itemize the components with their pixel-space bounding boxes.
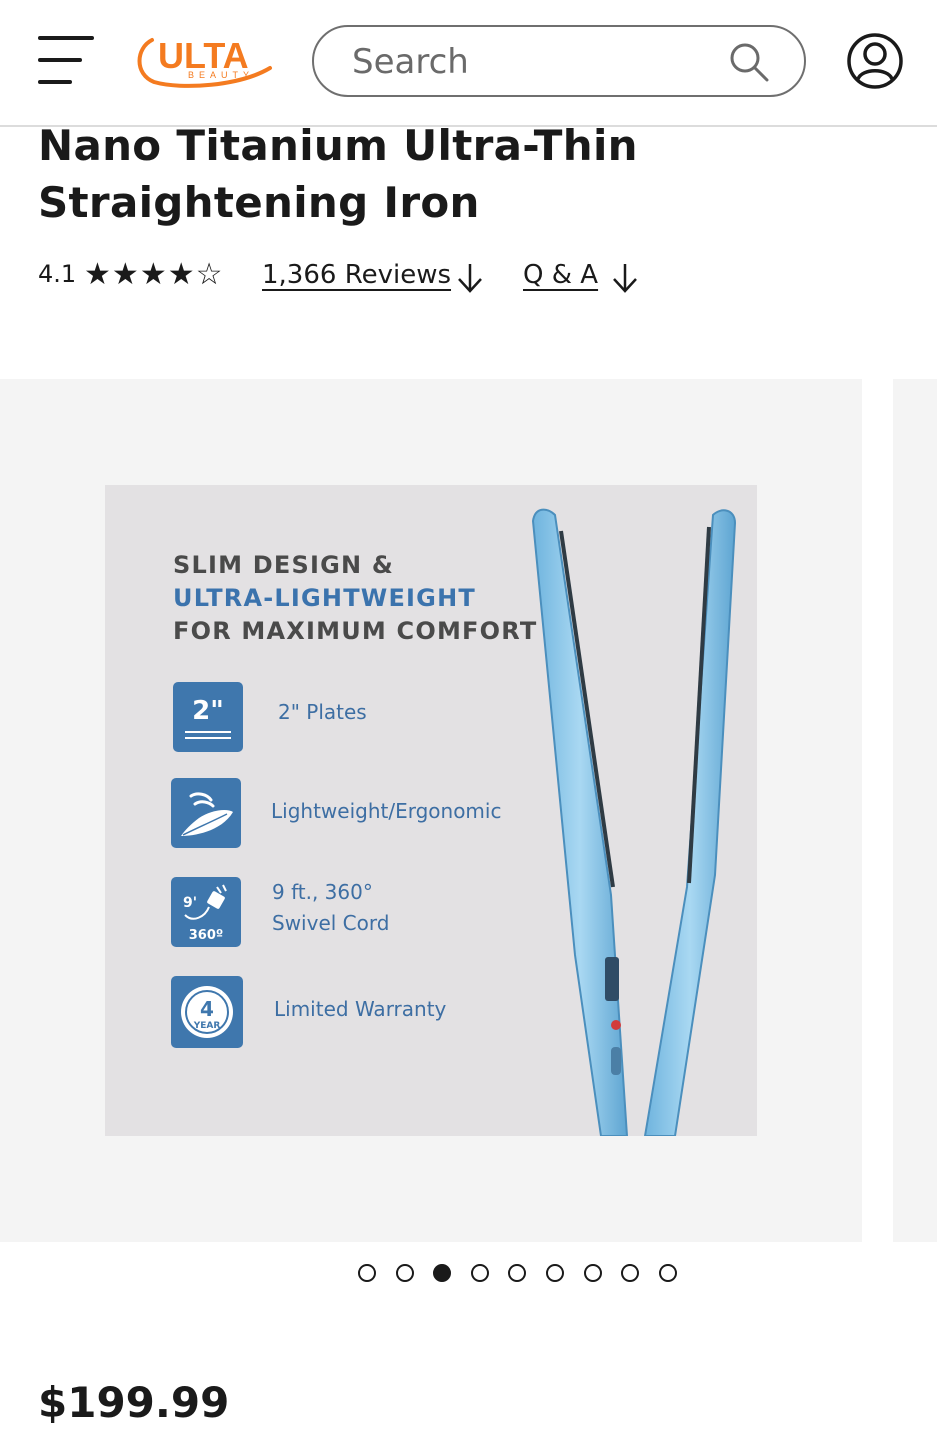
image-headline-line2: ULTRA-LIGHTWEIGHT [173,584,476,612]
header: ULTA BEAUTY [0,0,937,127]
ulta-beauty-logo[interactable]: ULTA BEAUTY [130,28,280,92]
search-bar[interactable] [312,25,806,97]
star-empty-icon: ☆ [195,257,224,292]
next-image-peek[interactable] [893,379,937,1242]
svg-text:9': 9' [183,895,197,911]
search-input[interactable] [350,37,714,87]
search-icon[interactable] [728,41,770,83]
svg-text:4: 4 [200,997,214,1021]
carousel-indicators [358,1264,688,1284]
account-icon[interactable] [846,32,904,90]
star-filled-icon: ★ [84,257,112,292]
carousel-dot[interactable] [470,1264,489,1282]
feature-text-line1: 9 ft., 360° [272,880,373,904]
arrow-down-icon[interactable] [611,262,639,294]
star-filled-icon: ★ [139,257,168,292]
carousel-dot[interactable] [621,1264,640,1282]
image-headline-line1: SLIM DESIGN & [173,551,394,579]
carousel-dot[interactable] [658,1264,677,1282]
image-headline: SLIM DESIGN & ULTRA-LIGHTWEIGHT FOR MAXI… [173,549,537,648]
feather-icon [171,778,241,848]
feature-text: Lightweight/Ergonomic [271,799,502,823]
carousel-dot[interactable] [508,1264,527,1282]
carousel-dot[interactable] [583,1264,602,1282]
feature-text: Limited Warranty [274,997,447,1021]
feature-text: 9 ft., 360° Swivel Cord [272,877,389,939]
logo-subtitle: BEAUTY [188,70,254,80]
carousel-dot[interactable] [395,1264,414,1282]
arrow-down-icon[interactable] [456,262,484,294]
star-filled-icon: ★ [111,257,140,292]
rating-row: 4.1 ★★★★☆ 1,366 Reviews Q & A [38,256,918,300]
carousel-dot[interactable] [358,1264,376,1282]
svg-text:YEAR: YEAR [193,1021,221,1031]
product-image[interactable]: SLIM DESIGN & ULTRA-LIGHTWEIGHT FOR MAXI… [105,485,757,1136]
image-headline-line3: FOR MAXIMUM COMFORT [173,617,538,645]
carousel-dot[interactable] [546,1264,564,1282]
warranty-seal-icon: 4 YEAR [171,976,243,1048]
flat-iron-illustration [531,508,737,1136]
feature-text-line2: Swivel Cord [272,911,390,935]
svg-text:2": 2" [192,696,224,726]
qa-link[interactable]: Q & A [523,260,598,290]
star-rating: ★★★★☆ [84,260,224,290]
swivel-cord-icon: 9' 360º [171,877,241,947]
reviews-link[interactable]: 1,366 Reviews [262,260,451,290]
menu-icon[interactable] [36,34,96,88]
product-price: $199.99 [38,1378,230,1427]
carousel-dot[interactable] [433,1264,452,1282]
feature-text: 2" Plates [278,700,367,724]
rating-value: 4.1 [38,260,77,288]
product-title: Nano Titanium Ultra-Thin Straightening I… [38,121,638,227]
star-filled-icon: ★ [167,257,196,292]
plates-icon: 2" [173,682,243,752]
svg-text:360º: 360º [189,928,223,943]
